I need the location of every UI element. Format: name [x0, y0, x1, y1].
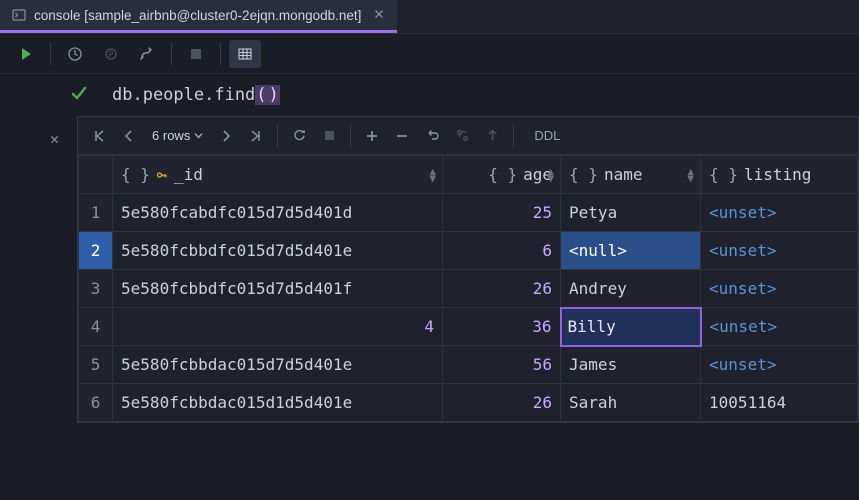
table-row[interactable]: 65e580fcbbdac015d1d5d401e26Sarah10051164 — [79, 384, 858, 422]
cell-listing[interactable]: <unset> — [701, 232, 858, 270]
cell-id[interactable]: 4 — [113, 308, 443, 346]
cell-name[interactable]: Sarah — [561, 384, 701, 422]
undo-button[interactable] — [417, 122, 447, 150]
settings-button[interactable] — [131, 40, 163, 68]
tab-bar: console [sample_airbnb@cluster0-2ejqn.mo… — [0, 0, 859, 34]
cell-listing[interactable]: <unset> — [701, 308, 858, 346]
table-row[interactable]: 55e580fcbbdac015d7d5d401e56James<unset> — [79, 346, 858, 384]
key-icon — [156, 169, 168, 181]
cell-age[interactable]: 26 — [443, 384, 561, 422]
console-icon — [12, 8, 26, 22]
cell-id[interactable]: 5e580fcabdfc015d7d5d401d — [113, 194, 443, 232]
cell-listing[interactable]: 10051164 — [701, 384, 858, 422]
table-view-button[interactable] — [229, 40, 261, 68]
ddl-button[interactable]: DDL — [524, 128, 570, 143]
row-number[interactable]: 5 — [79, 346, 113, 384]
cell-listing[interactable]: <unset> — [701, 346, 858, 384]
cell-edit-input[interactable] — [562, 310, 700, 344]
cell-name[interactable]: James — [561, 346, 701, 384]
cell-id[interactable]: 5e580fcbbdfc015d7d5d401f — [113, 270, 443, 308]
row-number[interactable]: 4 — [79, 308, 113, 346]
submit-button[interactable] — [477, 122, 507, 150]
table-row[interactable]: 4436<unset> — [79, 308, 858, 346]
row-number[interactable]: 1 — [79, 194, 113, 232]
close-icon[interactable]: ✕ — [373, 7, 384, 23]
column-label-listing: listing — [744, 165, 811, 184]
cell-name[interactable]: Petya — [561, 194, 701, 232]
table-row[interactable]: 35e580fcbbdfc015d7d5d401f26Andrey<unset> — [79, 270, 858, 308]
cell-age[interactable]: 6 — [443, 232, 561, 270]
commit-button[interactable] — [447, 122, 477, 150]
column-header-name[interactable]: { } name ▲▼ — [561, 156, 701, 194]
query-row: db.people.find() — [0, 74, 859, 116]
query-ok-icon — [70, 84, 88, 106]
chevron-down-icon — [194, 131, 203, 140]
row-count[interactable]: 6 rows — [144, 128, 211, 143]
paren-open: ( — [255, 85, 267, 105]
column-header-listing[interactable]: { } listing — [701, 156, 858, 194]
params-button[interactable]: P — [95, 40, 127, 68]
run-button[interactable] — [10, 40, 42, 68]
close-results-button[interactable]: ✕ — [50, 130, 59, 148]
cell-name[interactable]: Andrey — [561, 270, 701, 308]
table-row[interactable]: 15e580fcabdfc015d7d5d401d25Petya<unset> — [79, 194, 858, 232]
cell-id[interactable]: 5e580fcbbdfc015d7d5d401e — [113, 232, 443, 270]
cell-listing[interactable]: <unset> — [701, 270, 858, 308]
row-number[interactable]: 2 — [79, 232, 113, 270]
cell-age[interactable]: 36 — [443, 308, 561, 346]
rownum-header — [79, 156, 113, 194]
main-toolbar: P — [0, 34, 859, 74]
row-number[interactable]: 3 — [79, 270, 113, 308]
refresh-button[interactable] — [284, 122, 314, 150]
cell-age[interactable]: 26 — [443, 270, 561, 308]
first-page-button[interactable] — [84, 122, 114, 150]
column-header-age[interactable]: { } age ▲▼ — [443, 156, 561, 194]
history-button[interactable] — [59, 40, 91, 68]
tab-title: console [sample_airbnb@cluster0-2ejqn.mo… — [34, 8, 361, 23]
add-row-button[interactable] — [357, 122, 387, 150]
tab-console[interactable]: console [sample_airbnb@cluster0-2ejqn.mo… — [0, 0, 397, 33]
last-page-button[interactable] — [241, 122, 271, 150]
column-label-name: name — [604, 165, 643, 184]
cell-name[interactable] — [561, 308, 701, 346]
table-row[interactable]: 25e580fcbbdfc015d7d5d401e6<null><unset> — [79, 232, 858, 270]
query-prefix: db.people.find — [112, 85, 255, 105]
results-table: { } _id ▲▼ { } age ▲▼ — [78, 155, 858, 422]
prev-page-button[interactable] — [114, 122, 144, 150]
cell-age[interactable]: 56 — [443, 346, 561, 384]
cell-age[interactable]: 25 — [443, 194, 561, 232]
cell-listing[interactable]: <unset> — [701, 194, 858, 232]
results-panel: 6 rows DDL { } — [77, 116, 859, 423]
results-toolbar: 6 rows DDL — [78, 117, 858, 155]
svg-text:P: P — [109, 50, 114, 59]
column-header-id[interactable]: { } _id ▲▼ — [113, 156, 443, 194]
stop-refresh-button — [314, 122, 344, 150]
row-number[interactable]: 6 — [79, 384, 113, 422]
cell-name[interactable]: <null> — [561, 232, 701, 270]
row-count-label: 6 rows — [152, 128, 190, 143]
query-text[interactable]: db.people.find() — [112, 85, 280, 105]
remove-row-button[interactable] — [387, 122, 417, 150]
paren-close: ) — [268, 85, 280, 105]
stop-button — [180, 40, 212, 68]
column-label-id: _id — [174, 165, 203, 184]
cell-id[interactable]: 5e580fcbbdac015d7d5d401e — [113, 346, 443, 384]
next-page-button[interactable] — [211, 122, 241, 150]
cell-id[interactable]: 5e580fcbbdac015d1d5d401e — [113, 384, 443, 422]
